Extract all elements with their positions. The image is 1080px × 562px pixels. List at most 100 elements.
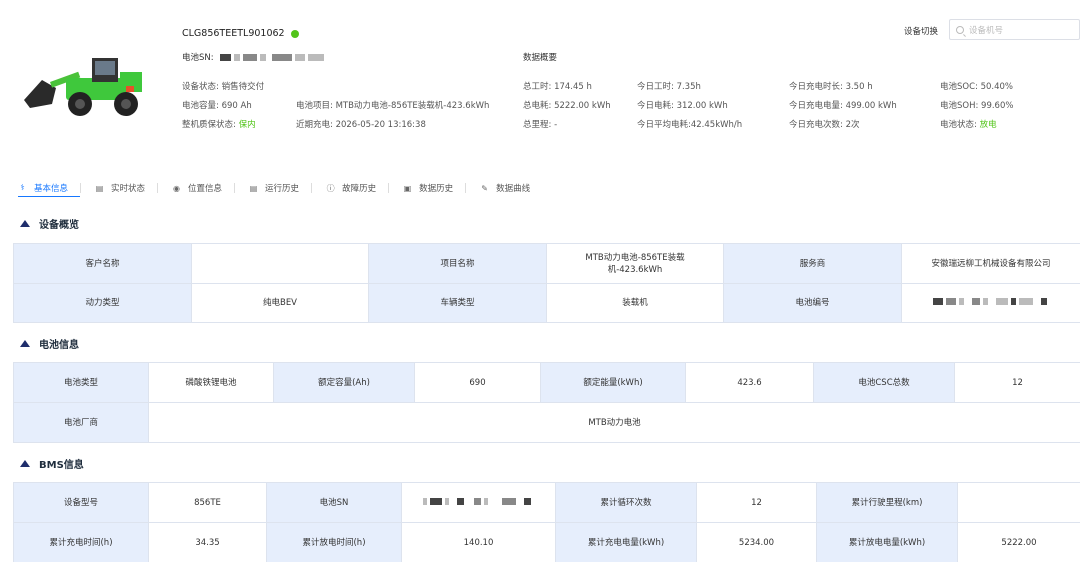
redacted-sn bbox=[307, 53, 324, 61]
section-title-battery: 电池信息 bbox=[20, 336, 79, 351]
redacted-sn bbox=[995, 298, 1008, 305]
project-name-value: MTB动力电池-856TE装载机-423.6kWh bbox=[585, 252, 685, 275]
table-row: 动力类型 纯电BEV 车辆类型 装载机 电池编号 bbox=[13, 283, 1080, 323]
battery-soh: 电池SOH: 99.60% bbox=[940, 101, 1014, 111]
tab-run-history[interactable]: ▤ 运行历史 bbox=[249, 179, 311, 197]
tab-label: 数据历史 bbox=[419, 184, 454, 194]
warranty-status-value: 保内 bbox=[238, 120, 256, 130]
table-value-cell: 纯电BEV bbox=[191, 283, 369, 323]
tab-location-info[interactable]: ◉ 位置信息 bbox=[172, 179, 234, 197]
tab-divider bbox=[80, 183, 82, 193]
tab-label: 故障历史 bbox=[342, 184, 377, 194]
detail-tabs: ⚕ 基本信息 ▤ 实时状态 ◉ 位置信息 ▤ 运行历史 ⓘ 故障历史 ▣ 数据历… bbox=[18, 178, 542, 198]
search-icon bbox=[956, 25, 964, 34]
table-value-cell: MTB动力电池 bbox=[148, 402, 1080, 443]
battery-project-label: 电池项目: bbox=[296, 101, 333, 111]
tab-divider bbox=[234, 183, 236, 193]
table-label-cell: 电池厂商 bbox=[13, 402, 149, 443]
table-value-cell: 34.35 bbox=[148, 522, 267, 562]
table-row: 客户名称 项目名称 MTB动力电池-856TE装载机-423.6kWh 服务商 … bbox=[13, 243, 1080, 284]
tab-basic-info[interactable]: ⚕ 基本信息 bbox=[18, 179, 81, 197]
redacted-sn bbox=[457, 497, 464, 505]
table-value-cell: 690 bbox=[414, 362, 541, 403]
redacted-sn bbox=[242, 53, 257, 61]
device-id-text: CLG856TEETL901062 bbox=[182, 28, 285, 39]
table-label-cell: 累计充电时间(h) bbox=[13, 522, 149, 562]
tab-label: 基本信息 bbox=[34, 183, 69, 194]
tab-divider bbox=[157, 183, 159, 193]
overview-table: 客户名称 项目名称 MTB动力电池-856TE装载机-423.6kWh 服务商 … bbox=[13, 243, 1080, 323]
info-icon: ⚕ bbox=[20, 183, 25, 192]
table-value-cell: 磷酸铁锂电池 bbox=[148, 362, 274, 403]
battery-soc: 电池SOC: 50.40% bbox=[940, 82, 1013, 92]
device-search-input[interactable]: 设备机号 bbox=[949, 19, 1080, 40]
tab-label: 运行历史 bbox=[265, 184, 300, 194]
tab-fault-history[interactable]: ⓘ 故障历史 bbox=[326, 179, 388, 197]
table-row: 累计充电时间(h) 34.35 累计放电时间(h) 140.10 累计充电电量(… bbox=[13, 522, 1080, 562]
edit-icon: ✎ bbox=[481, 183, 488, 193]
recent-charge: 近期充电: 2026-05-20 13:16:38 bbox=[296, 118, 426, 130]
device-status-value: 销售待交付 bbox=[221, 82, 265, 92]
section-marker-icon bbox=[20, 340, 30, 347]
table-value-cell bbox=[957, 482, 1080, 523]
table-value-cell: 12 bbox=[696, 482, 817, 523]
redacted-sn bbox=[1040, 298, 1047, 305]
table-value-cell: 12 bbox=[954, 362, 1080, 403]
tab-divider bbox=[311, 183, 313, 193]
tab-data-history[interactable]: ▣ 数据历史 bbox=[403, 179, 465, 197]
redacted-sn bbox=[1018, 298, 1033, 305]
table-label-cell: 车辆类型 bbox=[368, 283, 547, 323]
online-status-dot bbox=[290, 29, 299, 38]
table-row: 电池类型 磷酸铁锂电池 额定容量(Ah) 690 额定能量(kWh) 423.6… bbox=[13, 362, 1080, 403]
loader-image bbox=[24, 58, 142, 116]
redacted-sn bbox=[294, 53, 305, 61]
bms-table: 设备型号 856TE 电池SN 累计循环次数 12 累计行驶里程(km) 累计充… bbox=[13, 482, 1080, 562]
recent-charge-value: 2026-05-20 13:16:38 bbox=[335, 120, 426, 130]
tab-data-curve[interactable]: ✎ 数据曲线 bbox=[480, 179, 542, 197]
battery-capacity-value: 690 Ah bbox=[221, 101, 252, 111]
redacted-sn bbox=[932, 298, 943, 305]
table-value-cell: 装载机 bbox=[546, 283, 724, 323]
tab-label: 数据曲线 bbox=[496, 184, 531, 194]
table-label-cell: 设备型号 bbox=[13, 482, 149, 523]
battery-capacity-label: 电池容量: bbox=[182, 101, 219, 111]
redacted-sn bbox=[445, 497, 449, 505]
device-search-placeholder: 设备机号 bbox=[969, 25, 1004, 36]
table-value-cell bbox=[191, 243, 369, 284]
redacted-sn bbox=[502, 497, 516, 505]
redacted-sn bbox=[233, 53, 240, 61]
section-marker-icon bbox=[20, 460, 30, 467]
tab-divider bbox=[388, 183, 390, 193]
tab-label: 位置信息 bbox=[188, 184, 223, 194]
section-title-text: 设备概览 bbox=[39, 220, 79, 231]
table-row: 电池厂商 MTB动力电池 bbox=[13, 402, 1080, 443]
battery-status: 电池状态: 放电 bbox=[940, 118, 997, 130]
redacted-sn bbox=[219, 53, 231, 61]
device-status-label: 设备状态: bbox=[182, 82, 219, 92]
device-header: CLG856TEETL901062 电池SN: 数据概要 设备状态: 销售待交付… bbox=[0, 0, 1080, 150]
table-label-cell: 电池SN bbox=[266, 482, 402, 523]
table-label-cell: 额定容量(Ah) bbox=[273, 362, 415, 403]
table-label-cell: 累计充电电量(kWh) bbox=[555, 522, 697, 562]
warranty-status-label: 整机质保状态: bbox=[182, 120, 236, 130]
alert-icon: ⓘ bbox=[326, 183, 335, 193]
table-label-cell: 电池编号 bbox=[723, 283, 902, 323]
tab-realtime-status[interactable]: ▤ 实时状态 bbox=[95, 179, 157, 197]
table-label-cell: 客户名称 bbox=[13, 243, 192, 284]
section-title-overview: 设备概览 bbox=[20, 216, 79, 231]
table-label-cell: 额定能量(kWh) bbox=[540, 362, 686, 403]
battery-status-label: 电池状态: bbox=[940, 120, 977, 130]
total-energy: 总电耗: 5222.00 kWh bbox=[523, 101, 611, 111]
warranty-status: 整机质保状态: 保内 bbox=[182, 118, 256, 130]
table-label-cell: 动力类型 bbox=[13, 283, 192, 323]
table-value-cell: 5222.00 bbox=[957, 522, 1080, 562]
table-label-cell: 累计行驶里程(km) bbox=[816, 482, 958, 523]
today-energy: 今日电耗: 312.00 kWh bbox=[637, 101, 728, 111]
battery-sn-row: 电池SN: bbox=[182, 51, 327, 63]
table-value-cell: 安徽瑞远柳工机械设备有限公司 bbox=[901, 243, 1080, 284]
today-charge-count: 今日充电次数: 2次 bbox=[789, 120, 860, 130]
device-switch-label: 设备切换 bbox=[904, 27, 939, 37]
section-title-bms: BMS信息 bbox=[20, 456, 84, 471]
table-value-cell: 856TE bbox=[148, 482, 267, 523]
section-title-text: 电池信息 bbox=[39, 340, 79, 351]
